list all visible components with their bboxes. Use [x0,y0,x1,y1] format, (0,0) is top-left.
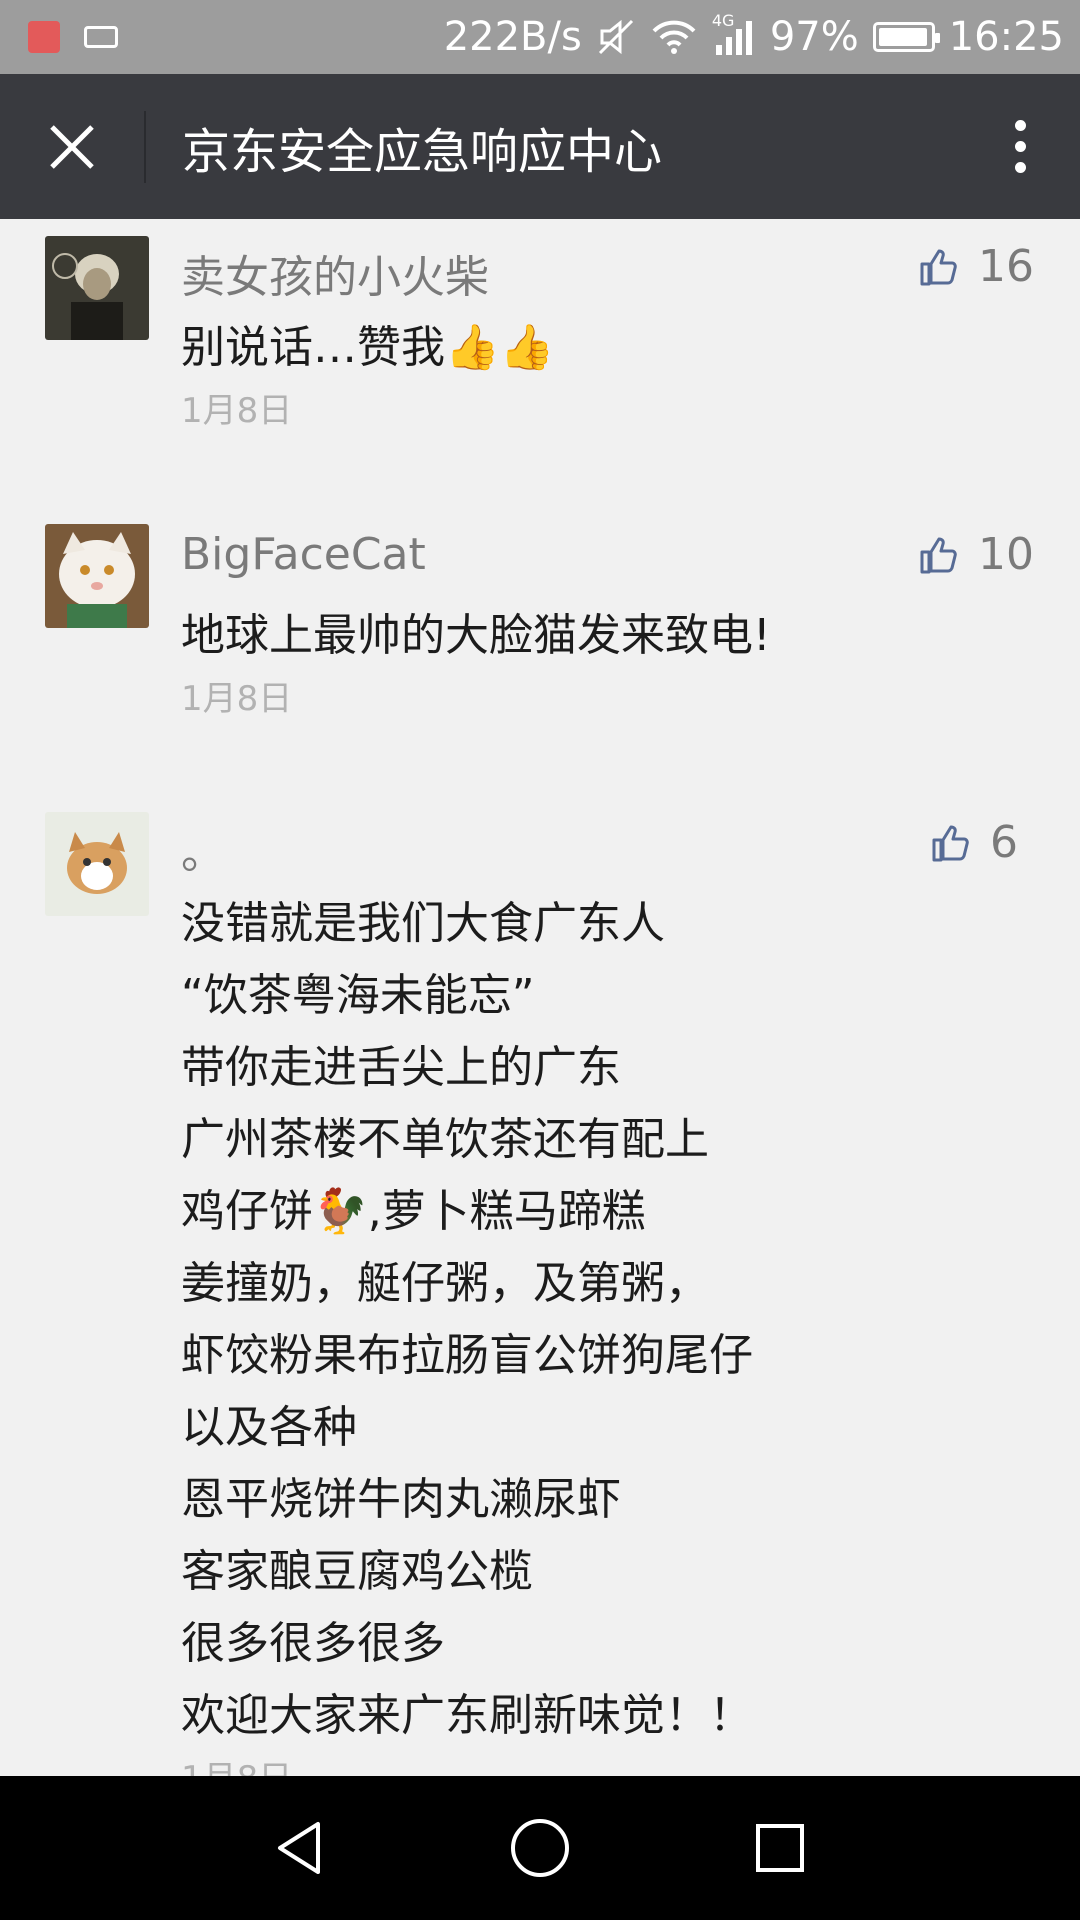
comment-author[interactable]: 。 [181,817,225,881]
like-button[interactable]: 10 [918,529,1034,580]
comment-text-line: 姜撞奶，艇仔粥，及第粥， [181,1258,709,1309]
comment-text-line: 带你走进舌尖上的广东 [181,1042,621,1093]
comment-author[interactable]: 卖女孩的小火柴 [181,241,489,305]
network-type: 4G [711,11,735,30]
recents-button[interactable] [740,1808,820,1888]
comment-text-line: 广州茶楼不单饮茶还有配上 [181,1114,709,1165]
close-button[interactable] [0,74,144,219]
comment-text-line: 以及各种 [181,1402,357,1453]
comment-text-line: 很多很多很多 [181,1618,445,1669]
recents-icon [756,1824,804,1872]
signal-icon: 4G [712,11,756,57]
like-count: 16 [978,241,1034,292]
comment-text-line: 恩平烧饼牛肉丸濑尿虾 [181,1474,621,1525]
thumbs-up-icon [920,249,957,285]
comment-text-line: 鸡仔饼🐓,萝卜糕马蹄糕 [181,1186,646,1237]
back-icon [278,1822,320,1874]
like-count: 10 [978,529,1034,580]
clock: 16:25 [948,14,1064,60]
close-icon [50,124,94,169]
app-notification-icon [28,21,60,53]
title-bar: 京东安全应急响应中心 [0,74,1080,219]
comment-text-line: “饮茶粤海未能忘” [181,970,535,1021]
home-button[interactable] [500,1808,580,1888]
wifi-icon [650,17,698,57]
like-button[interactable]: 16 [918,241,1034,292]
comment-date: 1月8日 [181,679,293,719]
like-button[interactable]: 6 [930,817,1034,868]
system-nav-bar [0,1776,1080,1920]
comment-text-line: 客家酿豆腐鸡公榄 [181,1546,533,1597]
title-divider [144,110,146,183]
comment-text-line: 欢迎大家来广东刷新味觉！！ [181,1690,753,1741]
comment-text-line: 虾饺粉果布拉肠盲公饼狗尾仔 [181,1330,753,1381]
avatar[interactable] [45,812,149,916]
comment-list[interactable]: 卖女孩的小火柴 别说话…赞我👍👍 1月8日 16 BigFaceCat 地球上最… [0,219,1080,1776]
home-icon [511,1819,569,1877]
net-speed: 222B/s [443,14,582,60]
comment-text: 别说话…赞我👍👍 [181,322,555,373]
page-title: 京东安全应急响应中心 [182,123,663,180]
keyboard-icon [84,26,118,48]
back-button[interactable] [260,1808,340,1888]
thumbs-up-icon [920,537,957,573]
more-button[interactable] [960,74,1080,219]
more-vertical-icon [1014,120,1026,131]
avatar[interactable] [45,236,149,340]
battery-icon [872,22,940,52]
thumbs-up-icon [932,825,969,861]
comment-text: 地球上最帅的大脸猫发来致电! [181,610,771,661]
comment-date: 1月8日 [181,1751,292,1776]
avatar[interactable] [45,524,149,628]
battery-percent: 97% [769,14,859,60]
comment-text-line: 没错就是我们大食广东人 [181,898,665,949]
like-count: 6 [990,817,1018,868]
mute-icon [596,17,636,57]
comment-author[interactable]: BigFaceCat [181,529,426,580]
status-bar: 222B/s 4G 97% 16:25 [0,0,1080,74]
comment-date: 1月8日 [181,391,293,431]
